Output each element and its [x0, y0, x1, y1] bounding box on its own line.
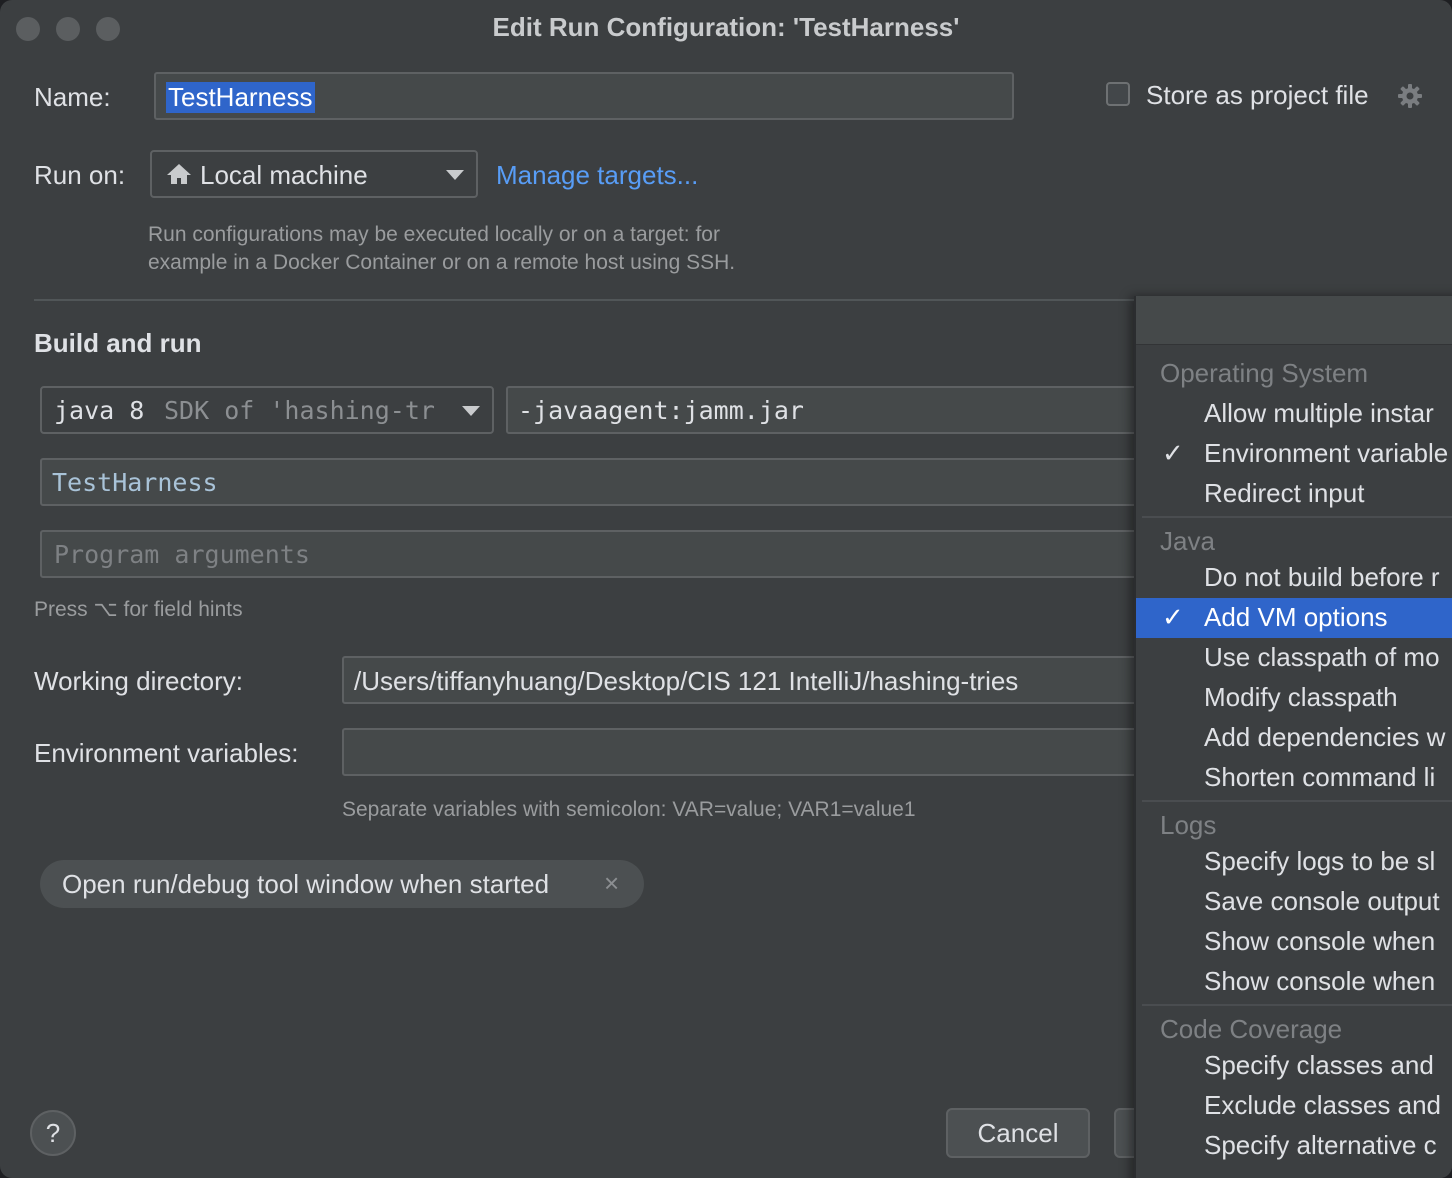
popup-menu-item-label: Redirect input — [1204, 478, 1365, 508]
manage-targets-link[interactable]: Manage targets... — [496, 160, 698, 191]
sdk-version: java 8 — [54, 396, 145, 425]
main-class-value: TestHarness — [52, 468, 218, 497]
name-label: Name: — [34, 82, 111, 112]
environment-variables-hint: Separate variables with semicolon: VAR=v… — [342, 798, 916, 821]
program-arguments-field[interactable]: Program arguments — [40, 530, 1146, 578]
popup-separator — [1142, 1004, 1452, 1006]
chip-close-icon[interactable]: × — [604, 868, 619, 899]
popup-menu-item-label: Modify classpath — [1204, 682, 1398, 712]
popup-menu-item-label: Add VM options — [1204, 602, 1388, 632]
sdk-dropdown[interactable]: java 8 SDK of 'hashing-tr — [40, 386, 494, 434]
popup-menu-item-label: Environment variable — [1204, 438, 1449, 468]
name-field[interactable]: TestHarness — [154, 72, 1014, 120]
vm-options-value: -javaagent:jamm.jar — [518, 396, 804, 425]
run-config-dialog: Edit Run Configuration: 'TestHarness' Na… — [0, 0, 1452, 1178]
modify-options-popup: Operating System Allow multiple instar ✓ En… — [1134, 296, 1452, 1178]
popup-menu-item-label: Show console when — [1204, 966, 1436, 996]
gear-icon[interactable] — [1396, 82, 1424, 110]
divider — [34, 299, 1134, 301]
popup-menu-item[interactable]: Do not build before r — [1136, 558, 1452, 598]
popup-menu-item-label: Use classpath of mo — [1204, 642, 1440, 672]
popup-menu-item[interactable]: Specify logs to be sl — [1136, 842, 1452, 882]
run-on-hint-line2: example in a Docker Container or on a re… — [148, 251, 736, 274]
popup-separator — [1142, 516, 1452, 518]
vm-options-field[interactable]: -javaagent:jamm.jar — [506, 386, 1146, 434]
popup-menu-item[interactable]: Show console when — [1136, 962, 1452, 1002]
working-directory-field[interactable]: /Users/tiffanyhuang/Desktop/CIS 121 Inte… — [342, 656, 1146, 704]
popup-menu-item-label: Add dependencies w — [1204, 722, 1446, 752]
popup-menu-item[interactable]: Specify alternative c — [1136, 1126, 1452, 1166]
popup-header — [1136, 296, 1452, 345]
popup-menu-item[interactable]: Shorten command li — [1136, 758, 1452, 798]
popup-menu-item[interactable]: Modify classpath — [1136, 678, 1452, 718]
run-on-value: Local machine — [200, 160, 368, 190]
popup-group-title: Code Coverage — [1160, 1014, 1343, 1044]
popup-menu-item-label: Specify alternative c — [1204, 1130, 1437, 1160]
store-as-project-label: Store as project file — [1146, 80, 1369, 110]
popup-menu-item[interactable]: Show console when — [1136, 922, 1452, 962]
popup-menu-item-label: Allow multiple instar — [1204, 398, 1434, 428]
popup-menu-item-label: Shorten command li — [1204, 762, 1436, 792]
run-on-label: Run on: — [34, 160, 126, 190]
run-on-hint-line1: Run configurations may be executed local… — [148, 223, 720, 246]
popup-menu-item-label: Specify classes and — [1204, 1050, 1434, 1080]
name-value: TestHarness — [166, 82, 315, 113]
cancel-button[interactable]: Cancel — [946, 1108, 1090, 1158]
popup-group-title: Logs — [1160, 810, 1217, 840]
run-on-dropdown[interactable]: Local machine — [150, 150, 478, 198]
field-hints-text: Press ⌥ for field hints — [34, 598, 243, 621]
environment-variables-label: Environment variables: — [34, 738, 299, 768]
popup-group-title: Java — [1160, 526, 1215, 556]
sdk-detail: SDK of 'hashing-tr — [164, 396, 435, 425]
popup-menu-item-label: Save console output — [1204, 886, 1440, 916]
working-directory-label: Working directory: — [34, 666, 244, 696]
store-as-project-checkbox[interactable] — [1106, 82, 1130, 106]
open-tool-window-chip[interactable]: Open run/debug tool window when started … — [40, 860, 644, 908]
popup-menu-item[interactable]: ✓ Add VM options — [1136, 598, 1452, 638]
help-button[interactable]: ? — [30, 1110, 76, 1156]
chevron-down-icon — [446, 170, 464, 180]
popup-menu-item-label: Show console when — [1204, 926, 1436, 956]
popup-group-title: Operating System — [1160, 358, 1369, 388]
program-arguments-placeholder: Program arguments — [54, 540, 310, 569]
title-bar: Edit Run Configuration: 'TestHarness' — [0, 0, 1452, 56]
popup-menu-item[interactable]: Use classpath of mo — [1136, 638, 1452, 678]
main-class-field[interactable]: TestHarness — [40, 458, 1146, 506]
popup-menu-item[interactable]: Redirect input — [1136, 474, 1452, 514]
check-icon: ✓ — [1162, 438, 1184, 468]
popup-menu-item[interactable]: Add dependencies w — [1136, 718, 1452, 758]
build-and-run-heading: Build and run — [34, 328, 202, 358]
popup-menu-item[interactable]: Save console output — [1136, 882, 1452, 922]
popup-menu-item[interactable]: ✓ Environment variable — [1136, 434, 1452, 474]
popup-menu-item-label: Exclude classes and — [1204, 1090, 1442, 1120]
home-icon — [167, 164, 191, 184]
working-directory-value: /Users/tiffanyhuang/Desktop/CIS 121 Inte… — [354, 666, 1019, 696]
popup-menu-item-label: Specify logs to be sl — [1204, 846, 1436, 876]
popup-menu-item[interactable]: Exclude classes and — [1136, 1086, 1452, 1126]
chevron-down-icon — [462, 406, 480, 416]
popup-separator — [1142, 800, 1452, 802]
popup-menu-item[interactable]: Allow multiple instar — [1136, 394, 1452, 434]
popup-menu-item-label: Do not build before r — [1204, 562, 1440, 592]
open-tool-window-label: Open run/debug tool window when started — [62, 869, 550, 899]
popup-menu-item[interactable]: Specify classes and — [1136, 1046, 1452, 1086]
dialog-title: Edit Run Configuration: 'TestHarness' — [492, 12, 960, 42]
environment-variables-field[interactable] — [342, 728, 1146, 776]
check-icon: ✓ — [1162, 602, 1184, 632]
